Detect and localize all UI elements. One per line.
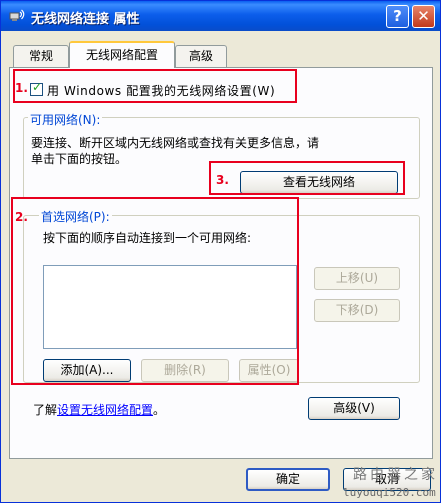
window-title: 无线网络连接 属性 xyxy=(31,12,140,27)
annotation-box-2 xyxy=(11,197,299,385)
tab-wireless-networks[interactable]: 无线网络配置 xyxy=(69,41,175,68)
learn-link[interactable]: 设置无线网络配置 xyxy=(57,403,153,417)
properties-dialog: 无线网络连接 属性 ? ✕ 常规 无线网络配置 高级 ✓ 用 Windows 配… xyxy=(0,0,441,503)
watermark-line1: 路由器之家 xyxy=(353,467,438,483)
tab-advanced[interactable]: 高级 xyxy=(175,45,227,67)
watermark: 路由器之家 luyouqi520.com xyxy=(341,464,441,502)
annotation-label-3: 3. xyxy=(216,173,229,187)
tab-general[interactable]: 常规 xyxy=(13,45,69,67)
move-up-button[interactable]: 上移(U) xyxy=(314,267,400,290)
network-connection-icon xyxy=(9,9,25,21)
annotation-box-1 xyxy=(13,69,297,103)
title-bar[interactable]: 无线网络连接 属性 ? ✕ xyxy=(1,1,440,31)
close-button[interactable]: ✕ xyxy=(412,5,435,28)
learn-prefix: 了解 xyxy=(33,403,58,417)
watermark-line2: luyouqi520.com xyxy=(343,486,436,499)
annotation-box-3 xyxy=(209,161,405,195)
help-button[interactable]: ? xyxy=(386,5,409,28)
ok-button[interactable]: 确定 xyxy=(246,468,330,491)
available-desc-line2: 单击下面的按钮。 xyxy=(31,152,128,166)
learn-suffix: 。 xyxy=(153,403,166,417)
advanced-button[interactable]: 高级(V) xyxy=(308,397,400,420)
move-down-button[interactable]: 下移(D) xyxy=(314,299,400,322)
annotation-label-1: 1. xyxy=(15,81,28,95)
available-desc-line1: 要连接、断开区域内无线网络或查找有关更多信息，请 xyxy=(31,136,320,150)
learn-more: 了解设置无线网络配置。 xyxy=(33,401,165,418)
available-networks-legend: 可用网络(N): xyxy=(28,111,103,128)
annotation-label-2: 2. xyxy=(15,210,28,224)
